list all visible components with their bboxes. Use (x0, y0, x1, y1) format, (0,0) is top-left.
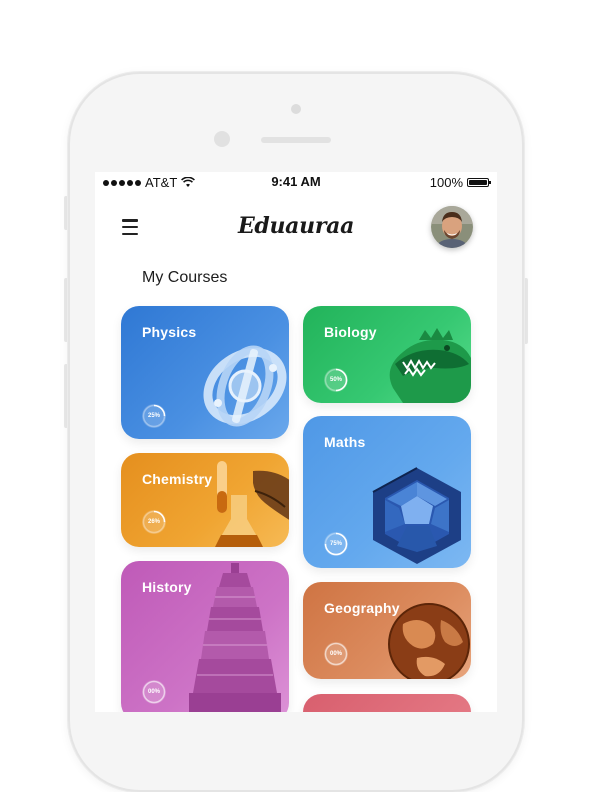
course-title: History (142, 579, 192, 595)
progress-label: 50% (329, 377, 342, 383)
app-screen: AT&T 9:41 AM 100% Eduauraa My Courses Ph… (95, 172, 497, 712)
course-title: Chemistry (142, 471, 213, 487)
temple-illustration (189, 563, 281, 712)
course-title: Biology (324, 324, 377, 340)
dodecahedron-illustration (372, 467, 461, 564)
progress-label: 26% (147, 519, 160, 525)
progress-label: 75% (329, 541, 342, 547)
progress-indicator: 00% (142, 680, 166, 704)
course-card-history[interactable]: History 00% (121, 561, 289, 712)
course-title: Maths (324, 434, 366, 450)
course-card-chemistry[interactable]: Chemistry 26% (121, 453, 289, 547)
progress-label: 00% (147, 689, 160, 695)
earpiece-speaker (261, 137, 331, 143)
progress-indicator: 50% (324, 368, 348, 392)
front-camera (214, 131, 230, 147)
progress-indicator: 75% (324, 532, 348, 556)
progress-indicator: 26% (142, 510, 166, 534)
course-card-maths[interactable]: Maths 75% (303, 416, 471, 568)
section-title: My Courses (142, 269, 228, 286)
status-bar: AT&T 9:41 AM 100% (95, 172, 497, 194)
course-card-physics[interactable]: Physics 25% (121, 306, 289, 439)
course-card-geography[interactable]: Geography 00% (303, 582, 471, 679)
course-card-partial[interactable] (303, 694, 471, 712)
progress-label: 00% (329, 651, 342, 657)
battery-icon (467, 178, 491, 187)
dinosaur-illustration (389, 328, 471, 403)
power-button (524, 278, 528, 344)
battery-label: 100% (429, 175, 463, 190)
progress-indicator: 25% (142, 404, 166, 428)
course-title: Geography (324, 600, 400, 616)
progress-indicator: 00% (324, 642, 348, 666)
gyroscope-illustration (203, 345, 287, 427)
proximity-sensor (291, 104, 301, 114)
course-title: Physics (142, 324, 197, 340)
progress-label: 25% (147, 413, 160, 419)
avatar[interactable] (431, 206, 473, 248)
course-card-biology[interactable]: Biology 50% (303, 306, 471, 403)
